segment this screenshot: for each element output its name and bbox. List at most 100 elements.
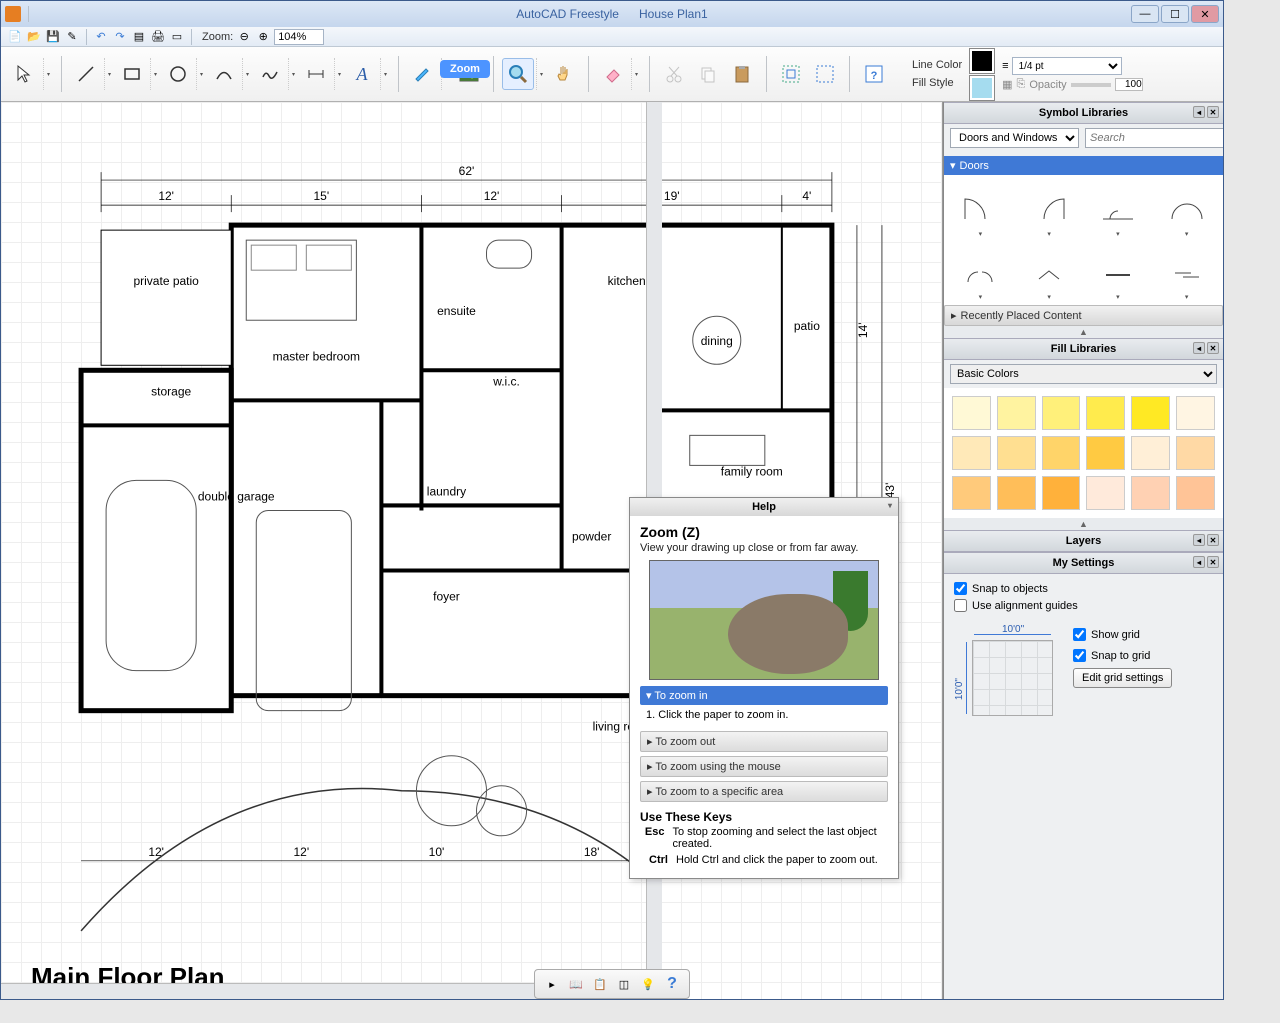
color-swatch[interactable]	[997, 436, 1036, 470]
help-tool[interactable]: ?	[858, 58, 890, 90]
my-settings-header[interactable]: My Settings◂✕	[944, 552, 1223, 574]
door-symbol[interactable]: ▾	[1088, 183, 1149, 238]
svg-text:12': 12'	[293, 845, 309, 859]
color-swatch[interactable]	[1086, 476, 1125, 510]
play-icon[interactable]: ▸	[541, 973, 563, 995]
titlebar: AutoCAD Freestyle House Plan1 — ☐ ✕	[1, 1, 1223, 27]
text-tool[interactable]: A	[346, 58, 378, 90]
door-symbol[interactable]: ▾	[1156, 246, 1217, 301]
layers-header[interactable]: Layers◂✕	[944, 530, 1223, 552]
maximize-button[interactable]: ☐	[1161, 5, 1189, 23]
pan-tool[interactable]	[548, 58, 580, 90]
color-swatch[interactable]	[1086, 396, 1125, 430]
panel-collapse-up[interactable]: ▲	[944, 326, 1223, 338]
color-swatch[interactable]	[1086, 436, 1125, 470]
freehand-tool[interactable]	[254, 58, 286, 90]
undo-icon[interactable]: ↶	[93, 29, 109, 45]
color-swatch[interactable]	[997, 396, 1036, 430]
rectangle-tool[interactable]	[116, 58, 148, 90]
opacity-slider[interactable]	[1071, 83, 1111, 87]
select-tool[interactable]	[9, 58, 41, 90]
fill-category-select[interactable]: Basic Colors	[950, 364, 1217, 384]
symbol-libraries-header[interactable]: Symbol Libraries◂✕	[944, 102, 1223, 124]
edit-grid-button[interactable]: Edit grid settings	[1073, 668, 1172, 688]
recent-content-accordion[interactable]: ▸ Recently Placed Content	[944, 305, 1223, 326]
arc-tool[interactable]	[208, 58, 240, 90]
alignment-guides-checkbox[interactable]: Use alignment guides	[954, 597, 1213, 614]
fill-libraries-header[interactable]: Fill Libraries◂✕	[944, 338, 1223, 360]
color-swatch[interactable]	[997, 476, 1036, 510]
snap-grid-checkbox[interactable]: Snap to grid	[1073, 647, 1172, 664]
edit-icon[interactable]: ✎	[64, 29, 80, 45]
help-step-zoom-area[interactable]: ▸ To zoom to a specific area	[640, 781, 888, 802]
minimize-button[interactable]: —	[1131, 5, 1159, 23]
color-swatch[interactable]	[1131, 396, 1170, 430]
help-step-zoom-in[interactable]: ▾ To zoom in	[640, 686, 888, 705]
copy-tool[interactable]	[692, 58, 724, 90]
color-swatch[interactable]	[952, 476, 991, 510]
fill-color-swatch[interactable]	[970, 76, 994, 100]
dimension-tool[interactable]	[300, 58, 332, 90]
color-swatch[interactable]	[1176, 396, 1215, 430]
svg-text:powder: powder	[572, 529, 611, 543]
clipboard-icon[interactable]: 📋	[589, 973, 611, 995]
door-symbol[interactable]: ▾	[1156, 183, 1217, 238]
fill-pattern-icon[interactable]: ▦	[1002, 78, 1012, 91]
doors-accordion[interactable]: ▾ Doors	[944, 156, 1223, 175]
question-icon[interactable]: ?	[661, 973, 683, 995]
select-all-tool[interactable]	[809, 58, 841, 90]
highlighter-tool[interactable]	[407, 58, 439, 90]
help-step-zoom-mouse[interactable]: ▸ To zoom using the mouse	[640, 756, 888, 777]
blocks-icon[interactable]: ◫	[613, 973, 635, 995]
line-style-icon[interactable]: ≡	[1002, 60, 1008, 72]
help-step-zoom-out[interactable]: ▸ To zoom out	[640, 731, 888, 752]
door-symbol[interactable]: ▾	[1088, 246, 1149, 301]
paste-tool[interactable]	[726, 58, 758, 90]
select-similar-tool[interactable]	[775, 58, 807, 90]
document-name: House Plan1	[639, 7, 708, 21]
print-icon[interactable]: 🖨	[150, 29, 166, 45]
zoom-out-icon[interactable]: ⊖	[236, 29, 252, 45]
door-symbol[interactable]: ▾	[1019, 246, 1080, 301]
door-symbol[interactable]: ▾	[1019, 183, 1080, 238]
copy-style-icon[interactable]: ⎘	[1017, 78, 1026, 91]
eraser-tool[interactable]	[597, 58, 629, 90]
help-panel-title[interactable]: Help	[630, 498, 898, 516]
layout-icon[interactable]: ▤	[131, 29, 147, 45]
close-button[interactable]: ✕	[1191, 5, 1219, 23]
panel-collapse-up[interactable]: ▲	[944, 518, 1223, 530]
symbol-category-select[interactable]: Doors and Windows	[950, 128, 1079, 148]
symbol-search-input[interactable]	[1085, 128, 1223, 148]
svg-text:4': 4'	[802, 189, 811, 203]
circle-tool[interactable]	[162, 58, 194, 90]
door-symbol[interactable]: ▾	[950, 246, 1011, 301]
color-swatch[interactable]	[1042, 436, 1081, 470]
new-icon[interactable]: 📄	[7, 29, 23, 45]
zoom-tooltip: Zoom	[440, 60, 490, 78]
open-icon[interactable]: 📂	[26, 29, 42, 45]
line-tool[interactable]	[70, 58, 102, 90]
color-swatch[interactable]	[1131, 476, 1170, 510]
bulb-icon[interactable]: 💡	[637, 973, 659, 995]
show-grid-checkbox[interactable]: Show grid	[1073, 626, 1172, 643]
zoom-value-input[interactable]	[274, 29, 324, 45]
cut-tool[interactable]	[658, 58, 690, 90]
save-icon[interactable]: 💾	[45, 29, 61, 45]
color-swatch[interactable]	[1042, 476, 1081, 510]
book-icon[interactable]: 📖	[565, 973, 587, 995]
zoom-in-icon[interactable]: ⊕	[255, 29, 271, 45]
color-swatch[interactable]	[1176, 476, 1215, 510]
zoom-tool[interactable]	[502, 58, 534, 90]
color-swatch[interactable]	[1176, 436, 1215, 470]
color-swatch[interactable]	[1131, 436, 1170, 470]
color-swatch[interactable]	[952, 396, 991, 430]
color-swatch[interactable]	[1042, 396, 1081, 430]
color-swatch[interactable]	[952, 436, 991, 470]
redo-icon[interactable]: ↷	[112, 29, 128, 45]
snap-objects-checkbox[interactable]: Snap to objects	[954, 580, 1213, 597]
opacity-input[interactable]	[1115, 78, 1143, 91]
door-symbol[interactable]: ▾	[950, 183, 1011, 238]
line-color-swatch[interactable]	[970, 49, 994, 73]
line-weight-select[interactable]: 1/4 pt	[1012, 57, 1122, 75]
page-icon[interactable]: ▭	[169, 29, 185, 45]
